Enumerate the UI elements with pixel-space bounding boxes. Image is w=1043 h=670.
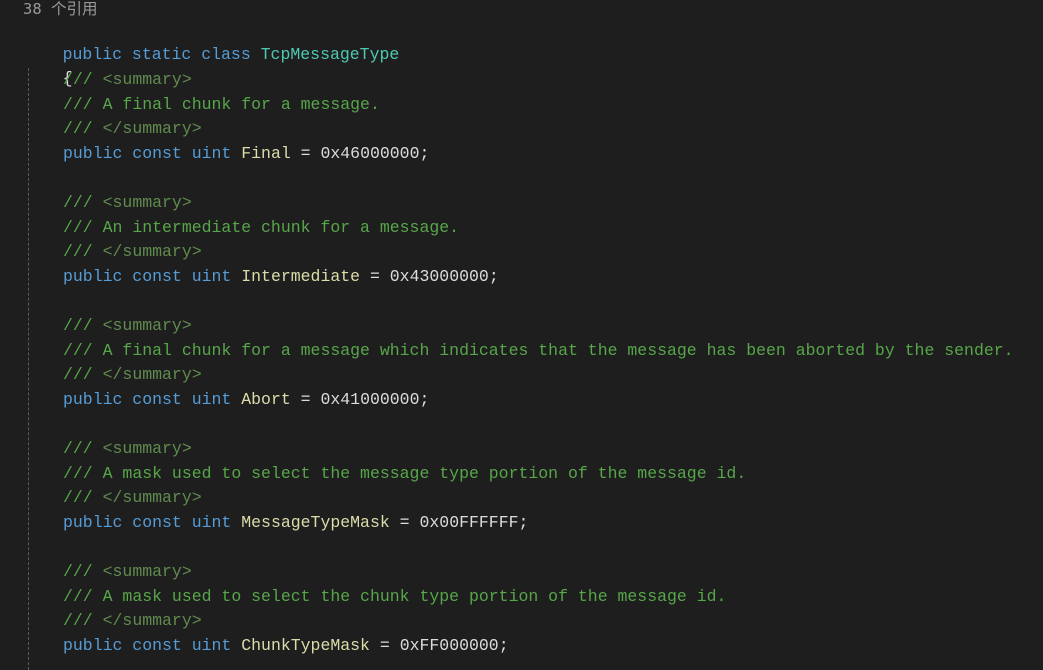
comment-text: An intermediate chunk for a message. bbox=[102, 217, 460, 237]
class-name[interactable]: TcpMessageType bbox=[261, 45, 400, 64]
const-name[interactable]: MessageTypeMask bbox=[241, 513, 390, 532]
comment-prefix: /// bbox=[63, 242, 103, 262]
summary-open-tag: <summary> bbox=[102, 562, 192, 581]
const-name[interactable]: ChunkTypeMask bbox=[241, 636, 370, 655]
summary-close-tag: </summary> bbox=[102, 611, 202, 631]
comment-prefix: /// bbox=[63, 463, 103, 483]
comment-text: A mask used to select the message type p… bbox=[102, 463, 747, 483]
const-name[interactable]: Intermediate bbox=[241, 267, 360, 286]
doc-comment-summary-open: /// <summary> bbox=[23, 68, 192, 92]
const-declaration: public const uint Abort = 0x41000000; bbox=[63, 389, 430, 409]
doc-comment-text: /// A mask used to select the chunk type… bbox=[23, 585, 726, 609]
const-value: 0x46000000 bbox=[320, 143, 420, 163]
const-name[interactable]: Abort bbox=[241, 390, 291, 409]
const-declaration: public const uint Final = 0x46000000; bbox=[63, 143, 430, 163]
comment-prefix: /// bbox=[63, 562, 103, 581]
doc-comment-text: /// A final chunk for a message which in… bbox=[23, 339, 1014, 363]
summary-open-tag: <summary> bbox=[102, 439, 192, 458]
const-value: 0x43000000 bbox=[389, 266, 489, 286]
comment-prefix: /// bbox=[63, 340, 103, 360]
summary-close-tag: </summary> bbox=[102, 365, 202, 385]
summary-close-tag: </summary> bbox=[102, 488, 202, 508]
doc-comment-summary-close: /// </summary> bbox=[23, 486, 202, 510]
doc-comment-text: /// A mask used to select the message ty… bbox=[23, 462, 746, 486]
doc-comment-summary-close: /// </summary> bbox=[23, 240, 202, 264]
summary-open-tag: <summary> bbox=[102, 193, 192, 212]
comment-prefix: /// bbox=[63, 316, 103, 335]
const-keywords: public const uint bbox=[63, 266, 242, 286]
comment-prefix: /// bbox=[63, 217, 103, 237]
comment-prefix: /// bbox=[63, 119, 103, 139]
codelens-references[interactable]: 38 个引用 bbox=[23, 0, 98, 21]
comment-prefix: /// bbox=[63, 70, 103, 89]
comment-text: A mask used to select the chunk type por… bbox=[102, 586, 727, 606]
code-editor[interactable]: 38 个引用 public static class TcpMessageTyp… bbox=[0, 0, 1043, 670]
const-keywords: public const uint bbox=[63, 389, 242, 409]
summary-open-tag: <summary> bbox=[102, 316, 192, 335]
summary-open-tag: <summary> bbox=[102, 70, 192, 89]
const-value: 0xFF000000 bbox=[399, 635, 499, 655]
comment-text: A final chunk for a message. bbox=[102, 94, 380, 114]
comment-prefix: /// bbox=[63, 365, 103, 385]
const-keywords: public const uint bbox=[63, 143, 242, 163]
comment-prefix: /// bbox=[63, 586, 103, 606]
comment-prefix: /// bbox=[63, 94, 103, 114]
doc-comment-text: /// A final chunk for a message. bbox=[23, 93, 380, 117]
const-keywords: public const uint bbox=[63, 512, 242, 532]
doc-comment-summary-close: /// </summary> bbox=[23, 117, 202, 141]
comment-text: A final chunk for a message which indica… bbox=[102, 340, 1014, 360]
class-declaration-line: public static class TcpMessageType bbox=[23, 19, 400, 64]
comment-prefix: /// bbox=[63, 611, 103, 631]
doc-comment-summary-open: /// <summary> bbox=[23, 437, 192, 461]
const-declaration: public const uint MessageTypeMask = 0x00… bbox=[63, 512, 529, 532]
summary-close-tag: </summary> bbox=[102, 242, 202, 262]
const-declaration: public const uint ChunkTypeMask = 0xFF00… bbox=[63, 635, 509, 655]
const-declaration: public const uint Intermediate = 0x43000… bbox=[63, 266, 499, 286]
doc-comment-summary-open: /// <summary> bbox=[23, 560, 192, 584]
const-value: 0x41000000 bbox=[320, 389, 420, 409]
const-name[interactable]: Final bbox=[241, 144, 291, 163]
const-keywords: public const uint bbox=[63, 635, 242, 655]
const-value: 0x00FFFFFF bbox=[419, 512, 519, 532]
doc-comment-text: /// An intermediate chunk for a message. bbox=[23, 216, 459, 240]
doc-comment-summary-open: /// <summary> bbox=[23, 314, 192, 338]
comment-prefix: /// bbox=[63, 439, 103, 458]
comment-prefix: /// bbox=[63, 193, 103, 212]
comment-prefix: /// bbox=[63, 488, 103, 508]
doc-comment-summary-close: /// </summary> bbox=[23, 363, 202, 387]
summary-close-tag: </summary> bbox=[102, 119, 202, 139]
open-brace-line: { bbox=[23, 43, 73, 88]
doc-comment-summary-open: /// <summary> bbox=[23, 191, 192, 215]
class-modifiers: public static class bbox=[62, 45, 261, 64]
doc-comment-summary-close: /// </summary> bbox=[23, 609, 202, 633]
